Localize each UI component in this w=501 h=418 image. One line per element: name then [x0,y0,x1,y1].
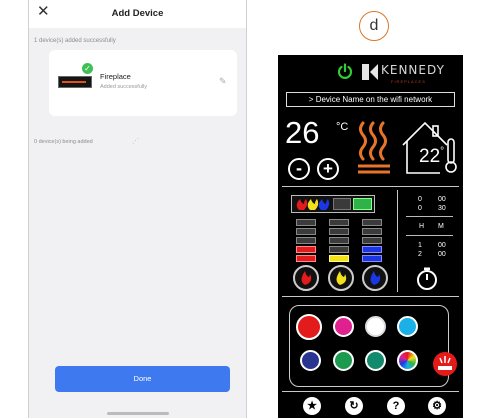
color-swatch-teal[interactable] [365,350,386,371]
brand-name: KENNEDY [381,63,445,77]
intensity-segment-active[interactable] [353,198,372,210]
temperature-down-button[interactable]: - [288,158,310,180]
brand-logo-icon [362,64,378,80]
yellow-level-bar[interactable] [329,228,349,235]
red-level-bar[interactable] [296,237,316,244]
device-name: Fireplace [100,72,131,81]
page-title: Add Device [111,8,164,19]
brand-subtitle: FIREPLACES [391,79,426,84]
wifi-device-name[interactable]: > Device Name on the wifi network [286,92,455,107]
color-swatch-red[interactable] [296,314,322,340]
fireplace-thumbnail [58,76,92,88]
color-swatch-cyan[interactable] [397,316,418,337]
timer-hour[interactable]: 2 [418,251,422,259]
yellow-flame-button[interactable] [328,265,354,291]
success-count-text: 1 device(s) added successfully [34,38,116,44]
settings-gear-icon[interactable]: ⚙ [428,397,446,415]
divider [282,296,459,297]
yellow-level-bar[interactable] [329,237,349,244]
help-icon[interactable]: ? [387,397,405,415]
timer-hour[interactable]: 0 [418,196,422,204]
timer-hour[interactable]: 0 [418,205,422,213]
timer-minute[interactable]: 00 [438,242,446,250]
red-level-bar[interactable] [296,246,316,253]
home-indicator [107,412,169,415]
yellow-level-bar[interactable] [329,219,349,226]
red-flame-button[interactable] [293,265,319,291]
red-level-bar[interactable] [296,219,316,226]
red-level-bar[interactable] [296,228,316,235]
device-status: Added successfully [100,84,148,90]
timer-minute[interactable]: 30 [438,205,446,213]
divider [397,190,398,292]
timer-minute-header: M [438,223,444,230]
divider [406,216,453,217]
intensity-segment[interactable] [333,198,351,210]
red-flame-icon [301,271,312,285]
power-icon[interactable] [337,63,353,79]
blue-level-bar[interactable] [362,246,382,253]
blue-level-bar[interactable] [362,228,382,235]
color-swatch-rainbow[interactable] [397,350,418,371]
yellow-level-bar[interactable] [329,246,349,253]
check-badge-icon: ✓ [82,63,93,74]
blue-level-bar[interactable] [362,237,382,244]
pending-count-text: 0 device(s) being added [34,139,93,145]
blue-level-bar[interactable] [362,255,382,262]
blue-flame-icon [370,271,381,285]
divider [282,391,459,392]
color-swatch-white[interactable] [365,316,386,337]
red-level-bar[interactable] [296,255,316,262]
timer-minute[interactable]: 00 [438,251,446,259]
timer-hour-header: H [419,223,425,230]
set-temperature: 26 [285,115,320,150]
flame-intensity-bar[interactable] [291,195,375,213]
blue-flame-button[interactable] [362,265,388,291]
flame-colors-icon [296,199,330,210]
color-swatch-navy[interactable] [300,350,321,371]
yellow-level-bar[interactable] [329,255,349,262]
edit-pencil-icon[interactable]: ✎ [219,76,227,87]
add-device-screen: ✕ Add Device 1 device(s) added successfu… [28,0,247,418]
done-button[interactable]: Done [55,366,230,392]
light-toggle-icon[interactable] [432,351,458,377]
timer-minute[interactable]: 00 [438,196,446,204]
fireplace-control-screen: KENNEDY FIREPLACES > Device Name on the … [278,55,463,418]
header-bar: ✕ Add Device [29,0,246,28]
refresh-icon[interactable]: ↻ [345,397,363,415]
divider [282,186,459,187]
timer-hour[interactable]: 1 [418,242,422,250]
color-swatch-green[interactable] [333,350,354,371]
heat-waves-icon [358,121,390,174]
color-swatch-magenta[interactable] [333,316,354,337]
blue-level-bar[interactable] [362,219,382,226]
room-temperature: 22° [419,146,445,167]
favorite-star-icon[interactable]: ★ [303,397,321,415]
device-card[interactable]: ✓ Fireplace Added successfully ✎ [49,50,237,116]
set-temperature-unit: °C [336,121,349,133]
loading-spinner-icon: ⋰ [132,138,139,145]
timer-icon[interactable] [416,267,438,291]
yellow-flame-icon [336,271,347,285]
figure-label: d [359,11,389,41]
divider [406,235,453,236]
temperature-up-button[interactable]: + [317,158,339,180]
